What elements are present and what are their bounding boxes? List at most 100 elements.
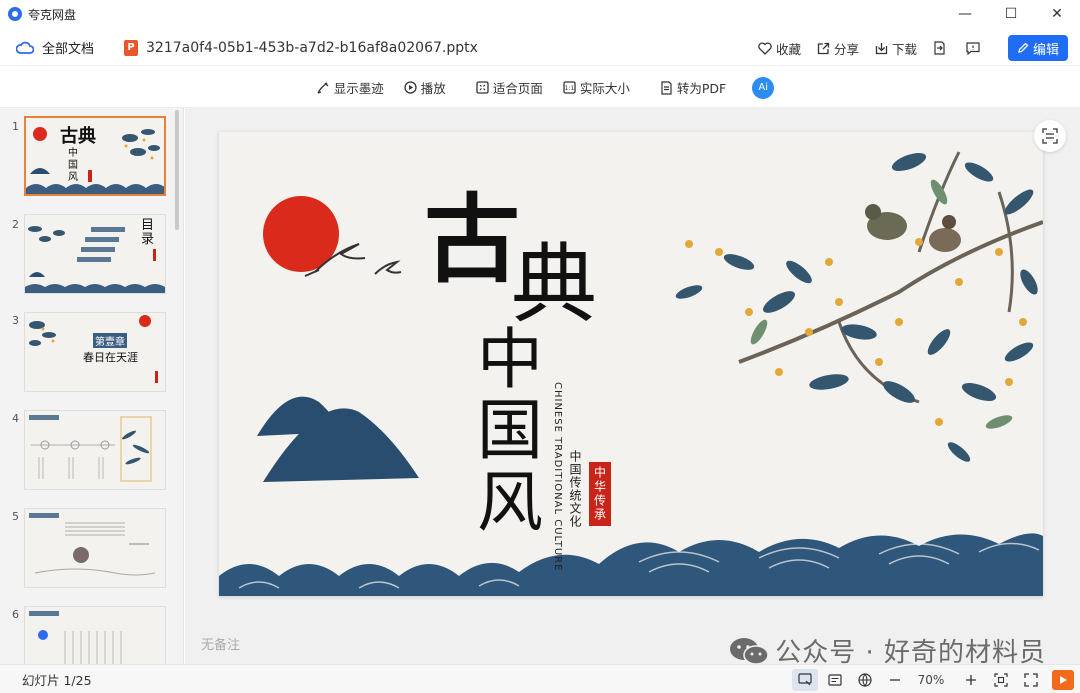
- scan-button[interactable]: [1034, 120, 1066, 152]
- language-button[interactable]: [852, 669, 878, 691]
- edit-button[interactable]: 编辑: [1008, 35, 1068, 61]
- red-seal-stamp: 中华传承: [589, 462, 611, 526]
- slideshow-play-button[interactable]: [1052, 669, 1074, 690]
- normal-view-icon: [798, 673, 812, 686]
- ink-pen-icon: [317, 81, 329, 94]
- feedback-icon: [966, 41, 980, 55]
- pptx-file-icon: P: [124, 39, 139, 56]
- quark-logo-icon: [8, 7, 22, 21]
- edit-label: 编辑: [1032, 42, 1059, 58]
- share-button[interactable]: 分享: [817, 39, 859, 58]
- slide-preview: [29, 513, 156, 576]
- maximize-icon[interactable]: ☐: [988, 0, 1034, 28]
- fullscreen-button[interactable]: [1018, 669, 1044, 691]
- slide-number: 4: [12, 412, 19, 425]
- window-controls: — ☐ ✕: [942, 0, 1080, 28]
- zoom-in-button[interactable]: [958, 669, 984, 691]
- slide-number: 3: [12, 314, 19, 327]
- file-name: 3217a0f4-05b1-453b-a7d2-b16af8a02067.ppt…: [146, 39, 478, 56]
- header-actions: 收藏 分享 下载 编辑: [742, 30, 1068, 66]
- slide-thumbnail-2[interactable]: 目录: [24, 214, 166, 294]
- play-icon: [1060, 675, 1067, 684]
- app-name: 夸克网盘: [28, 7, 77, 22]
- slide-subtitle-cn: 中国传统文化: [568, 450, 582, 528]
- title-bar: 夸克网盘 — ☐ ✕: [0, 0, 1080, 28]
- normal-view-button[interactable]: [792, 668, 818, 691]
- actual-size-label: 实际大小: [579, 81, 630, 96]
- actual-size-icon: 1:1: [563, 81, 576, 94]
- close-icon[interactable]: ✕: [1034, 0, 1080, 28]
- globe-icon: [858, 672, 872, 687]
- export-icon: [934, 41, 945, 55]
- convert-pdf-label: 转为PDF: [676, 81, 727, 96]
- notes-view-button[interactable]: [822, 669, 848, 691]
- slide-canvas: 古 典 中国风 CHINESE TRADITIONAL CULTURE 中国传统…: [185, 108, 1080, 668]
- ai-assistant-button[interactable]: Ai: [752, 76, 775, 99]
- play-circle-icon: [404, 81, 417, 94]
- download-button[interactable]: 下载: [875, 39, 917, 58]
- heart-icon: [758, 41, 772, 55]
- fit-page-button[interactable]: 适合页面: [476, 78, 543, 97]
- cloud-icon: [16, 41, 34, 54]
- notes-icon: [828, 673, 842, 686]
- slide-counter: 幻灯片 1/25: [22, 672, 92, 688]
- svg-text:1:1: 1:1: [565, 85, 575, 92]
- sparrows: [865, 204, 961, 252]
- fit-page-icon: [476, 81, 489, 94]
- slide-thumbnail-6[interactable]: [24, 606, 166, 664]
- slide-preview: [29, 415, 152, 482]
- pdf-icon: [661, 80, 672, 95]
- share-label: 分享: [833, 41, 859, 57]
- feedback-button[interactable]: [966, 41, 984, 55]
- slide-number: 2: [12, 218, 19, 231]
- export-button[interactable]: [933, 41, 950, 55]
- thumb-subtitle: 春日在天涯: [83, 351, 138, 364]
- status-bar: 幻灯片 1/25 70%: [0, 664, 1080, 693]
- favorite-label: 收藏: [775, 41, 801, 57]
- play-button[interactable]: 播放: [404, 78, 446, 97]
- slide-thumbnail-5[interactable]: [24, 508, 166, 588]
- slide-title-gu: 古: [424, 183, 520, 296]
- slide-artwork: [219, 151, 1043, 596]
- current-slide: 古 典 中国风 CHINESE TRADITIONAL CULTURE 中国传统…: [219, 132, 1043, 596]
- wechat-icon: [730, 637, 769, 665]
- scan-icon: [1042, 128, 1058, 144]
- download-label: 下载: [891, 41, 917, 57]
- play-label: 播放: [420, 81, 446, 96]
- show-ink-button[interactable]: 显示墨迹: [316, 78, 384, 97]
- plus-icon: [966, 674, 976, 685]
- minimize-icon[interactable]: —: [942, 0, 988, 28]
- slide-thumbnail-panel: 1 古典 中国风 2 目录 3 第壹章 春日在天涯 4 5 6: [0, 108, 184, 664]
- thumb-title: 古典: [60, 126, 96, 147]
- fullscreen-icon: [1024, 672, 1038, 687]
- actual-size-button[interactable]: 1:1 实际大小: [563, 78, 630, 97]
- thumb-subtitle: 中国风: [68, 148, 78, 183]
- slide-preview: [29, 611, 122, 664]
- convert-pdf-button[interactable]: 转为PDF: [660, 78, 726, 97]
- thumb-title: 目录: [141, 218, 155, 247]
- show-ink-label: 显示墨迹: [333, 81, 384, 96]
- slide-number: 5: [12, 510, 19, 523]
- favorite-button[interactable]: 收藏: [758, 39, 801, 58]
- all-documents-link[interactable]: 全部文档: [42, 38, 94, 57]
- slide-thumbnail-3[interactable]: 第壹章 春日在天涯: [24, 312, 166, 392]
- fit-window-icon: [994, 672, 1008, 687]
- status-tools: 70%: [788, 665, 1074, 693]
- slide-title-vertical: 中国风: [477, 321, 543, 541]
- slide-notes[interactable]: 无备注: [201, 634, 240, 653]
- slide-title-dian: 典: [511, 235, 597, 335]
- zoom-out-button[interactable]: [882, 669, 908, 691]
- thumb-chapter: 第壹章: [93, 333, 127, 348]
- slide-number: 1: [12, 120, 19, 133]
- slide-thumbnail-4[interactable]: [24, 410, 166, 490]
- zoom-level[interactable]: 70%: [908, 673, 954, 687]
- document-header: 全部文档 P 3217a0f4-05b1-453b-a7d2-b16af8a02…: [0, 30, 1080, 66]
- sidebar-scrollbar[interactable]: [175, 110, 179, 230]
- slide-subtitle-en: CHINESE TRADITIONAL CULTURE: [552, 382, 563, 572]
- slide-thumbnail-1[interactable]: 古典 中国风: [24, 116, 166, 196]
- fit-window-button[interactable]: [988, 669, 1014, 691]
- share-icon: [817, 42, 830, 54]
- minus-icon: [890, 678, 900, 681]
- download-icon: [875, 42, 888, 54]
- pencil-icon: [1018, 42, 1029, 53]
